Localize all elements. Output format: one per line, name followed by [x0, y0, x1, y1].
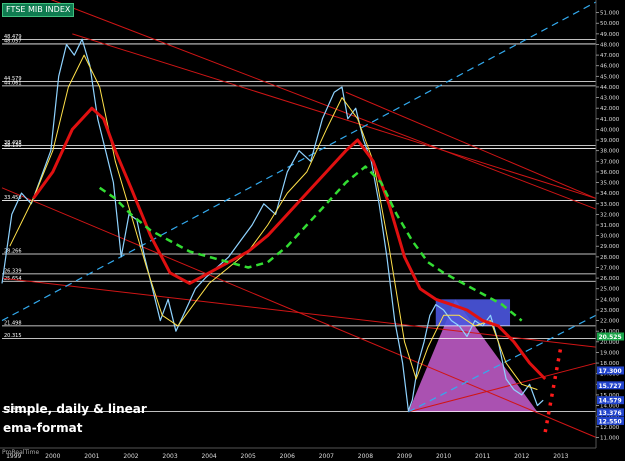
level-label-1: 48.057 [4, 38, 22, 44]
x-tick-label-1: 2000 [45, 453, 60, 460]
y-tick-label-33: 44.000 [600, 85, 620, 91]
marker-label-1: 17.300 [599, 368, 622, 375]
x-tick-label-5: 2004 [201, 453, 216, 460]
x-tick-label-8: 2007 [319, 453, 334, 460]
marker-label-5: 12.550 [599, 418, 622, 425]
y-tick-label-40: 51.000 [600, 11, 620, 17]
x-tick-label-7: 2006 [280, 453, 295, 460]
trend-line-6 [1, 1, 597, 322]
y-tick-label-21: 32.000 [600, 212, 620, 218]
level-label-8: 26.339 [4, 268, 22, 274]
y-tick-label-13: 24.000 [600, 297, 620, 303]
y-tick-label-20: 31.000 [600, 223, 620, 229]
y-tick-label-15: 26.000 [600, 276, 620, 282]
y-tick-label-22: 33.000 [600, 202, 620, 208]
y-tick-label-39: 50.000 [600, 21, 620, 27]
x-tick-label-10: 2009 [397, 453, 412, 460]
y-tick-label-16: 27.000 [600, 265, 620, 271]
y-tick-label-30: 41.000 [600, 117, 620, 123]
y-tick-label-19: 30.000 [600, 234, 620, 240]
y-tick-label-1: 12.000 [600, 425, 620, 431]
level-label-11: 20.315 [4, 333, 22, 339]
chart-canvas: 48.47948.05744.57944.06138.49838.13033.4… [0, 0, 624, 460]
y-tick-label-11: 22.000 [600, 319, 620, 325]
marker-label-4: 13.376 [599, 410, 622, 417]
x-tick-label-6: 2005 [241, 453, 256, 460]
x-tick-label-2: 2001 [84, 453, 99, 460]
y-tick-label-35: 46.000 [600, 64, 620, 70]
level-label-5: 38.130 [4, 143, 22, 149]
trend-line-0 [50, 0, 597, 210]
y-tick-label-0: 11.000 [600, 435, 620, 441]
marker-label-3: 14.579 [599, 398, 622, 405]
y-tick-label-17: 28.000 [600, 255, 620, 261]
caption-line-1: simple, daily & linear [3, 402, 147, 416]
y-tick-label-37: 48.000 [600, 42, 620, 48]
y-tick-label-28: 39.000 [600, 138, 620, 144]
prorealtime-logo: ProRealTime [2, 449, 40, 456]
y-tick-label-36: 47.000 [600, 53, 620, 59]
y-tick-label-18: 29.000 [600, 244, 620, 250]
x-tick-label-3: 2002 [123, 453, 138, 460]
trend-line-2 [72, 33, 597, 199]
y-tick-label-34: 45.000 [600, 74, 620, 80]
caption-line-2: ema-format [3, 421, 83, 435]
y-tick-label-8: 19.000 [600, 350, 620, 356]
y-tick-label-7: 18.000 [600, 361, 620, 367]
y-tick-label-27: 38.000 [600, 149, 620, 155]
y-tick-label-38: 49.000 [600, 32, 620, 38]
y-tick-label-29: 40.000 [600, 127, 620, 133]
marker-label-2: 15.727 [599, 383, 622, 390]
y-tick-label-26: 37.000 [600, 159, 620, 165]
y-tick-label-14: 25.000 [600, 287, 620, 293]
x-tick-label-9: 2008 [358, 453, 373, 460]
y-tick-label-24: 35.000 [600, 181, 620, 187]
y-tick-label-32: 43.000 [600, 96, 620, 102]
chart-title: FTSE MIB INDEX [2, 3, 75, 17]
y-tick-label-23: 34.000 [600, 191, 620, 197]
y-tick-label-31: 42.000 [600, 106, 620, 112]
level-label-10: 21.498 [4, 320, 22, 326]
level-label-3: 44.061 [4, 80, 22, 86]
marker-label-0: 20.525 [599, 334, 622, 341]
x-tick-label-12: 2011 [475, 453, 490, 460]
x-tick-label-4: 2003 [162, 453, 177, 460]
x-tick-label-13: 2012 [514, 453, 529, 460]
y-tick-label-12: 23.000 [600, 308, 620, 314]
x-tick-label-11: 2010 [436, 453, 451, 460]
x-tick-label-14: 2013 [553, 453, 568, 460]
y-tick-label-25: 36.000 [600, 170, 620, 176]
